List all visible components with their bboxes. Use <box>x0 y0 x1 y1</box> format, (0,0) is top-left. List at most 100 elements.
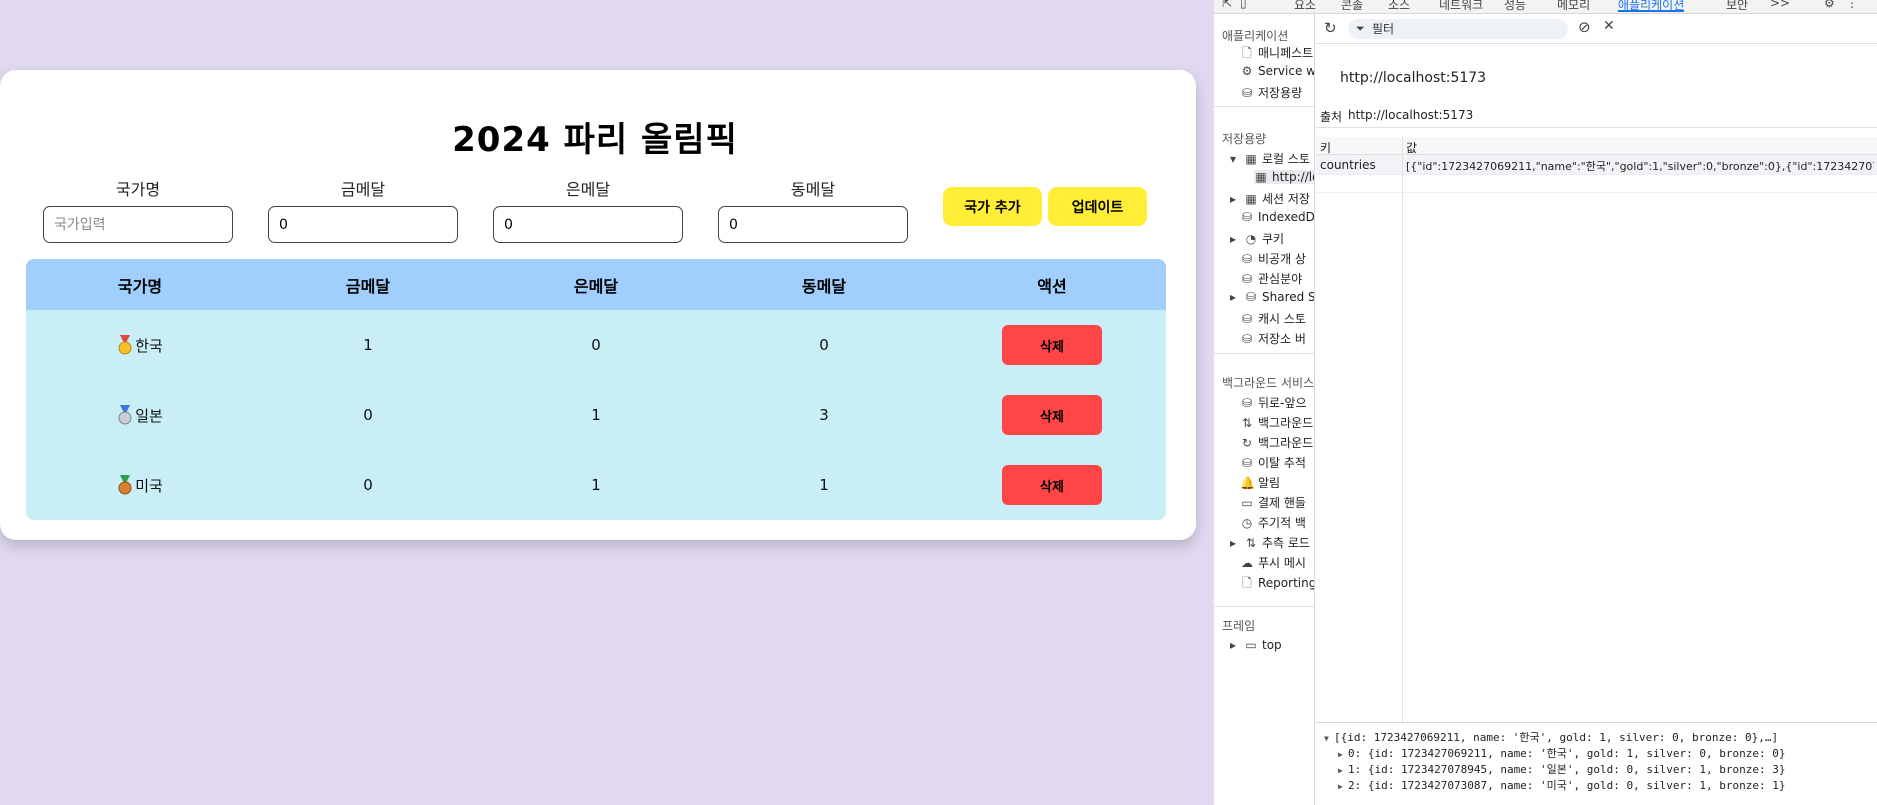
silver-field: 은메달 <box>493 176 683 243</box>
device-toggle-icon[interactable]: ▯ <box>1240 0 1247 10</box>
action-cell: 삭제 <box>938 450 1166 520</box>
country-input[interactable] <box>43 206 233 243</box>
update-button[interactable]: 업데이트 <box>1048 187 1147 226</box>
preview-root[interactable]: ▼ [{id: 1723427069211, name: '한국', gold: … <box>1324 729 1778 745</box>
filter-input[interactable]: ⏷ 필터 <box>1348 19 1568 39</box>
sidebar-item-local-storage[interactable]: ▾ ▦ 로컬 스토 <box>1226 150 1310 167</box>
bronze-medal-icon <box>118 475 132 495</box>
sidebar-item-session-storage[interactable]: ▸ ▦ 세션 저장 <box>1226 190 1310 207</box>
expand-right-icon: ▸ <box>1229 192 1237 206</box>
card-icon: ▭ <box>1241 496 1253 510</box>
sidebar-item-payment-handler[interactable]: ▭ 결제 핸들 <box>1240 494 1306 511</box>
kv-header-value[interactable]: 값 <box>1406 139 1417 156</box>
section-application: 애플리케이션 <box>1222 29 1289 43</box>
sidebar-item-localhost[interactable]: ▦ http://lo <box>1254 170 1314 184</box>
close-icon[interactable]: ✕ <box>1603 18 1615 34</box>
sidebar-item-storage-buckets[interactable]: ⛁ 저장소 버 <box>1240 330 1306 347</box>
expand-right-icon: ▸ <box>1229 290 1237 304</box>
preview-item-1[interactable]: ▶ 1: {id: 1723427078945, name: '일본', gold… <box>1338 761 1785 777</box>
cloud-icon: ☁ <box>1241 556 1253 570</box>
kebab-menu-icon[interactable]: ⋮ <box>1846 0 1858 10</box>
delete-button[interactable]: 삭제 <box>1002 465 1102 505</box>
gears-icon: ⚙ <box>1241 64 1253 78</box>
devtools-tabbar: ⇱ ▯ 요소 콘솔 소스 네트워크 성능 메모리 애플리케이션 보안 >> ⚙ … <box>1214 0 1877 14</box>
tab-performance[interactable]: 성능 <box>1504 0 1526 13</box>
bronze-input[interactable] <box>718 206 908 243</box>
sidebar-item-bounce-tracking[interactable]: ⛁ 이탈 추적 <box>1240 454 1306 471</box>
sidebar-item-storage[interactable]: ⛁ 저장용량 <box>1240 84 1302 101</box>
sidebar-item-manifest[interactable]: 🗋 매니페스트 <box>1240 44 1313 65</box>
tab-sources[interactable]: 소스 <box>1388 0 1410 13</box>
inspect-icon[interactable]: ⇱ <box>1222 0 1232 10</box>
file-icon: 🗋 <box>1242 576 1252 590</box>
country-name: 한국 <box>135 336 163 355</box>
silver-input[interactable] <box>493 206 683 243</box>
gold-label: 금메달 <box>340 180 386 199</box>
file-icon: 🗋 <box>1242 46 1252 60</box>
value-preview: ▼ [{id: 1723427069211, name: '한국', gold: … <box>1316 722 1877 805</box>
country-cell: 미국 <box>26 450 254 520</box>
sidebar-item-speculative-loads[interactable]: ▸ ⇅ 추측 로드 <box>1226 534 1310 551</box>
sidebar-item-shared-storage[interactable]: ▸ ⛁ Shared St <box>1226 290 1314 304</box>
filter-icon: ⏷ <box>1356 22 1365 35</box>
sidebar-item-reporting-api[interactable]: 🗋 Reporting <box>1240 574 1314 595</box>
table-row[interactable]: countries [{"id":1723427069211,"name":"한… <box>1316 155 1877 175</box>
tab-security[interactable]: 보안 <box>1726 0 1748 13</box>
medal-table: 국가명 금메달 은메달 동메달 액션 한국 1 0 0 삭제 일본 0 1 3 … <box>26 259 1166 520</box>
tab-network[interactable]: 네트워크 <box>1439 0 1483 13</box>
sidebar-item-cookies[interactable]: ▸ ◔ 쿠키 <box>1226 230 1284 247</box>
sidebar-item-periodic-sync[interactable]: ◷ 주기적 백 <box>1240 514 1306 531</box>
delete-button[interactable]: 삭제 <box>1002 325 1102 365</box>
sidebar-item-private-state[interactable]: ⛁ 비공개 상 <box>1240 250 1306 267</box>
gear-icon[interactable]: ⚙ <box>1824 0 1835 10</box>
header-action: 액션 <box>1037 276 1067 296</box>
sidebar-item-background-sync[interactable]: ↻ 백그라운드 <box>1240 434 1313 451</box>
sidebar-item-notifications[interactable]: 🔔 알림 <box>1240 474 1280 491</box>
section-frames: 프레임 <box>1222 619 1256 633</box>
gold-field: 금메달 <box>268 176 458 243</box>
country-name: 미국 <box>135 476 163 495</box>
sidebar-item-cache-storage[interactable]: ⛁ 캐시 스토 <box>1240 310 1306 327</box>
preview-item-0[interactable]: ▶ 0: {id: 1723427069211, name: '한국', gold… <box>1338 745 1785 761</box>
sidebar-item-background-fetch[interactable]: ⇅ 백그라운드 <box>1240 414 1313 431</box>
delete-button[interactable]: 삭제 <box>1002 395 1102 435</box>
sidebar-item-push-messaging[interactable]: ☁ 푸시 메시 <box>1240 554 1306 571</box>
country-cell: 일본 <box>26 380 254 450</box>
preview-item-2[interactable]: ▶ 2: {id: 1723427073087, name: '미국', gold… <box>1338 777 1785 793</box>
silver-cell: 1 <box>591 406 601 424</box>
header-gold: 금메달 <box>345 276 391 296</box>
refresh-icon[interactable]: ↻ <box>1324 19 1337 37</box>
database-icon: ⛁ <box>1241 332 1253 346</box>
tab-application[interactable]: 애플리케이션 <box>1618 0 1685 12</box>
tab-console[interactable]: 콘솔 <box>1341 0 1363 13</box>
storage-toolbar: ↻ ⏷ 필터 ⊘ ✕ <box>1316 14 1877 44</box>
kv-header-row: 키 값 <box>1316 137 1877 155</box>
application-sidebar: 애플리케이션 🗋 매니페스트 ⚙ Service w ⛁ 저장용량 저장용량 ▾ ▦ 로컬… <box>1214 14 1315 805</box>
sidebar-item-service-worker[interactable]: ⚙ Service w <box>1240 64 1314 78</box>
tab-memory[interactable]: 메모리 <box>1557 0 1590 13</box>
kv-header-key[interactable]: 키 <box>1320 139 1331 156</box>
section-storage: 저장용량 <box>1222 132 1267 146</box>
sidebar-item-interest-groups[interactable]: ⛁ 관심분야 <box>1240 270 1302 287</box>
frame-icon: ▭ <box>1245 638 1257 652</box>
add-country-button[interactable]: 국가 추가 <box>943 187 1042 226</box>
sidebar-item-back-forward-cache[interactable]: ⛁ 뒤로-앞으 <box>1240 394 1307 411</box>
gold-input[interactable] <box>268 206 458 243</box>
expand-right-icon: ▶ <box>1338 766 1343 775</box>
sidebar-item-top-frame[interactable]: ▸ ▭ top <box>1226 638 1282 652</box>
database-icon: ⛁ <box>1241 312 1253 326</box>
more-tabs-icon[interactable]: >> <box>1770 0 1790 10</box>
bronze-label: 동메달 <box>790 180 836 199</box>
tab-elements[interactable]: 요소 <box>1294 0 1316 13</box>
database-icon: ⛁ <box>1241 272 1253 286</box>
sidebar-item-indexeddb[interactable]: ⛁ IndexedD <box>1240 210 1314 224</box>
gold-cell: 0 <box>363 406 373 424</box>
expand-down-icon: ▾ <box>1229 152 1237 166</box>
bell-icon: 🔔 <box>1240 476 1255 490</box>
database-icon: ⛁ <box>1241 456 1253 470</box>
clear-all-icon[interactable]: ⊘ <box>1578 18 1591 36</box>
cookie-icon: ◔ <box>1245 232 1257 246</box>
bronze-field: 동메달 <box>718 176 908 243</box>
expand-down-icon: ▼ <box>1324 734 1329 743</box>
storage-view: ↻ ⏷ 필터 ⊘ ✕ http://localhost:5173 출처 http… <box>1316 14 1877 805</box>
